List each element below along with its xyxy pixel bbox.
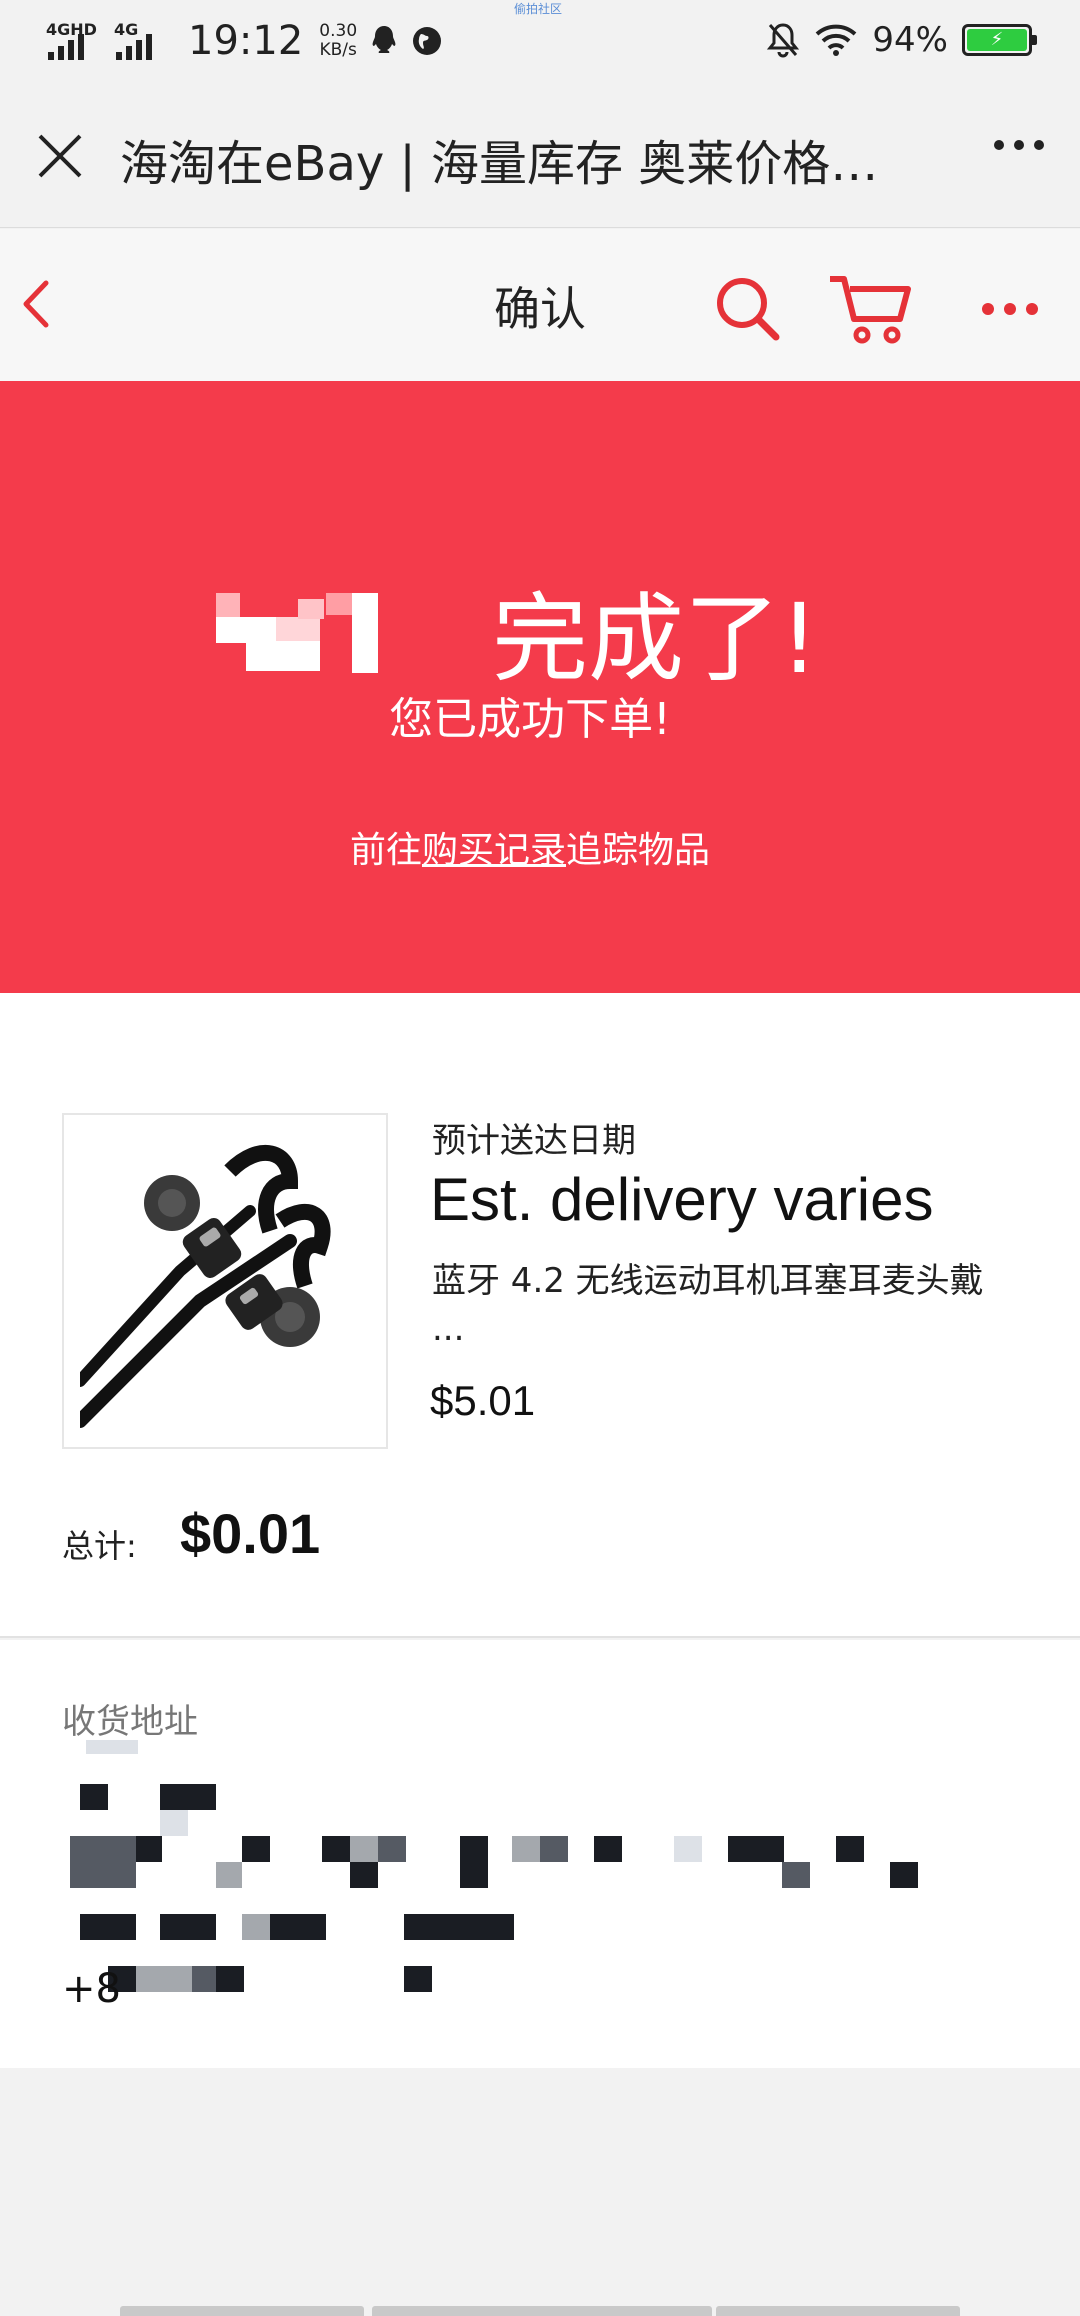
qq-icon (372, 26, 396, 53)
cart-icon[interactable] (828, 269, 914, 345)
globe-icon (413, 27, 442, 55)
more-icon[interactable] (982, 303, 1038, 315)
status-bar: 4GHD 4G 19:12 0.30 KB/s 偷拍社区 94% ⚡ (0, 0, 1080, 84)
page-title: 确认 (494, 282, 586, 336)
clock: 19:12 (188, 18, 304, 64)
bell-muted-icon (767, 23, 800, 58)
network-speed-unit: KB/s (319, 40, 357, 60)
product-price: $5.01 (430, 1377, 536, 1424)
watermark-text: 偷拍社区 (514, 2, 563, 16)
delivery-label: 预计送达日期 (432, 1121, 636, 1161)
signal-1-icon: 4GHD (46, 20, 102, 62)
total-value: $0.01 (180, 1502, 321, 1565)
phone-prefix: +8 (62, 1966, 121, 2012)
status-right: 94% ⚡ (766, 20, 1037, 60)
shipping-address-label: 收货地址 (62, 1702, 198, 1742)
product-title[interactable]: 蓝牙 4.2 无线运动耳机耳塞耳麦头戴 ... (432, 1257, 1032, 1353)
total-label: 总计: (62, 1527, 137, 1565)
status-left: 4GHD 4G 19:12 0.30 KB/s (46, 18, 443, 64)
close-icon[interactable] (34, 130, 86, 182)
link-suffix: 追踪物品 (566, 830, 711, 871)
purchase-history-line: 前往购买记录追踪物品 (0, 821, 1060, 873)
wifi-icon (816, 24, 857, 56)
signal-2-icon: 4G (114, 20, 170, 62)
link-prefix: 前往 (349, 830, 422, 871)
webview-header: 海淘在eBay | 海量库存 奥莱价格… (0, 84, 1080, 228)
webview-more-icon[interactable] (994, 140, 1044, 150)
shipping-address-section: 收货地址 +8 (0, 1640, 1080, 2068)
earphones-image (80, 1131, 372, 1431)
webview-title: 海淘在eBay | 海量库存 奥莱价格… (120, 136, 879, 192)
search-icon[interactable] (712, 273, 782, 343)
product-title-text: 蓝牙 4.2 无线运动耳机耳塞耳麦头戴 (432, 1261, 984, 1301)
ebay-header: 确认 (0, 229, 1080, 381)
battery-percent: 94% (872, 20, 948, 60)
product-title-ellipsis: ... (432, 1309, 465, 1349)
battery-icon: ⚡ (962, 24, 1037, 56)
network-speed: 0.30 KB/s (319, 22, 357, 60)
bottom-tab-strip (0, 2306, 1080, 2316)
banner-subtitle: 您已成功下单! (389, 694, 671, 745)
product-image[interactable] (62, 1113, 388, 1449)
network-speed-value: 0.30 (319, 21, 358, 41)
purchase-history-link[interactable]: 购买记录 (422, 830, 566, 871)
success-banner: 完成了! 您已成功下单! 前往购买记录追踪物品 (0, 381, 1080, 993)
banner-title: 完成了! (492, 583, 819, 695)
order-item: 预计送达日期 Est. delivery varies 蓝牙 4.2 无线运动耳… (0, 993, 1080, 1638)
delivery-estimate: Est. delivery varies (430, 1166, 934, 1233)
